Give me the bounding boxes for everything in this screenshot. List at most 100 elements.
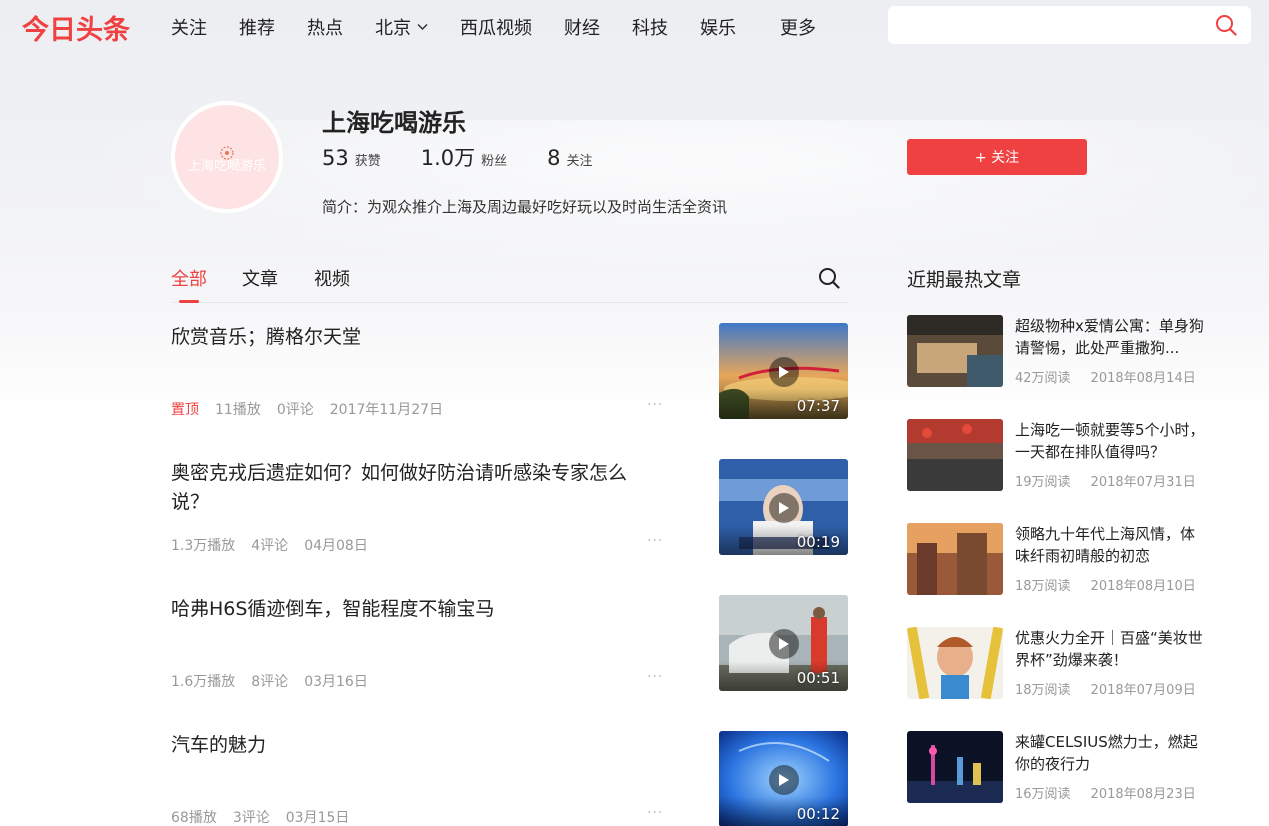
nav-label: 热点 [307,18,343,39]
more-icon[interactable]: ··· [647,533,663,549]
stat-value: 8 [547,146,561,170]
article-title: 领略九十年代上海风情，体味纤雨初晴般的初恋 [1015,525,1196,565]
video-thumbnail[interactable]: 07:37 [719,323,848,419]
feed-meta: 1.3万播放 4评论 04月08日 [171,535,384,555]
stat-likes: 53 获赞 [322,146,381,170]
search-icon[interactable] [1215,14,1237,36]
feed-title[interactable]: 哈弗H6S循迹倒车，智能程度不输宝马 [171,595,661,624]
feed-meta: 68播放 3评论 03月15日 [171,807,365,826]
tab-articles[interactable]: 文章 [242,265,278,291]
list-item: 奥密克戎后遗症如何？如何做好防治请听感染专家怎么说？ 1.3万播放 4评论 04… [171,459,848,555]
more-icon[interactable]: ··· [647,669,663,685]
read-count: 18万阅读 [1015,683,1071,698]
video-duration: 00:12 [796,805,840,823]
feed-title[interactable]: 奥密克戎后遗症如何？如何做好防治请听感染专家怎么说？ [171,459,661,517]
nav-item-finance[interactable]: 财经 [564,14,600,40]
article-thumbnail [907,627,1003,699]
nav-label: 西瓜视频 [460,18,532,39]
hot-articles-title: 近期最热文章 [907,269,1022,291]
publish-date: 2018年08月23日 [1090,787,1196,802]
list-item: 欣赏音乐；腾格尔天堂 置顶 11播放 0评论 2017年11月27日 ··· 0… [171,323,848,419]
article-meta: 18万阅读 2018年07月09日 [1015,679,1216,698]
more-icon[interactable]: ··· [647,805,663,821]
play-icon [769,765,799,795]
publish-date: 2018年08月10日 [1090,579,1196,594]
play-count: 68播放 [171,810,217,826]
pinned-badge: 置顶 [171,402,199,418]
article-thumbnail [907,419,1003,491]
article-thumbnail [907,731,1003,803]
article-meta: 42万阅读 2018年08月14日 [1015,367,1216,386]
article-meta: 18万阅读 2018年08月10日 [1015,575,1216,594]
profile-stats: 53 获赞 1.0万 粉丝 8 关注 [322,142,633,172]
hot-article-item[interactable]: 上海吃一顿就要等5个小时，一天都在排队值得吗？ 19万阅读 2018年07月31… [907,419,1217,491]
publish-date: 2018年07月31日 [1090,475,1196,490]
publish-date: 2018年08月14日 [1090,371,1196,386]
video-thumbnail[interactable]: 00:19 [719,459,848,555]
avatar-emblem-icon [220,146,234,160]
stat-label: 粉丝 [481,154,508,169]
more-icon[interactable]: ··· [647,397,663,413]
stat-fans[interactable]: 1.0万 粉丝 [421,142,507,172]
nav-label: 娱乐 [700,18,736,39]
video-thumbnail[interactable]: 00:12 [719,731,848,826]
chevron-down-icon [417,23,428,31]
hot-article-item[interactable]: 来罐CELSIUS燃力士，燃起你的夜行力 16万阅读 2018年08月23日 [907,731,1217,803]
nav-item-more[interactable]: 更多 [780,14,816,40]
video-duration: 00:19 [796,533,840,551]
tab-all[interactable]: 全部 [171,265,207,291]
play-count: 11播放 [215,402,261,418]
read-count: 18万阅读 [1015,579,1071,594]
nav-item-tech[interactable]: 科技 [632,14,668,40]
comment-count: 8评论 [251,674,289,690]
tab-videos[interactable]: 视频 [314,265,350,291]
avatar[interactable]: 上海吃喝游乐 [171,101,283,213]
follow-button[interactable]: + 关注 [907,139,1087,175]
comment-count: 3评论 [232,810,270,826]
top-nav: 关注 推荐 热点 北京 西瓜视频 财经 科技 娱乐 更多 [171,14,848,40]
feed-meta: 置顶 11播放 0评论 2017年11月27日 [171,399,459,419]
article-meta: 16万阅读 2018年08月23日 [1015,783,1216,802]
stat-label: 关注 [566,154,593,169]
article-thumbnail [907,523,1003,595]
nav-item-follow[interactable]: 关注 [171,14,207,40]
hot-article-item[interactable]: 优惠火力全开｜百盛“美妆世界杯”劲爆来袭！ 18万阅读 2018年07月09日 [907,627,1217,699]
publish-date: 03月15日 [285,810,350,826]
profile-intro: 简介：为观众推介上海及周边最好吃好玩以及时尚生活全资讯 [322,198,728,216]
nav-item-city[interactable]: 北京 [375,14,428,40]
play-icon [769,629,799,659]
article-title: 超级物种x爱情公寓：单身狗请警惕，此处严重撒狗... [1015,317,1204,357]
nav-item-hot[interactable]: 热点 [307,14,343,40]
video-thumbnail[interactable]: 00:51 [719,595,848,691]
nav-item-recommend[interactable]: 推荐 [239,14,275,40]
nav-label: 更多 [780,18,816,39]
nav-item-entertainment[interactable]: 娱乐 [700,14,736,40]
article-title: 来罐CELSIUS燃力士，燃起你的夜行力 [1015,733,1198,773]
nav-label: 推荐 [239,18,275,39]
article-title: 优惠火力全开｜百盛“美妆世界杯”劲爆来袭！ [1015,629,1203,669]
nav-label: 北京 [375,18,411,39]
comment-count: 4评论 [251,538,289,554]
list-item: 汽车的魅力 68播放 3评论 03月15日 ··· 00:12 [171,731,848,826]
feed-title[interactable]: 汽车的魅力 [171,731,661,760]
profile-name: 上海吃喝游乐 [322,109,466,137]
nav-item-xigua-video[interactable]: 西瓜视频 [460,14,532,40]
content-tabs: 全部 文章 视频 [171,265,848,303]
site-logo[interactable]: 今日头条 [22,8,130,47]
read-count: 19万阅读 [1015,475,1071,490]
stat-following[interactable]: 8 关注 [547,146,592,170]
comment-count: 0评论 [276,402,314,418]
video-duration: 00:51 [796,669,840,687]
article-meta: 19万阅读 2018年07月31日 [1015,471,1216,490]
publish-date: 2017年11月27日 [329,402,444,418]
play-icon [769,357,799,387]
nav-label: 关注 [171,18,207,39]
search-icon[interactable] [818,267,840,289]
hot-article-item[interactable]: 领略九十年代上海风情，体味纤雨初晴般的初恋 18万阅读 2018年08月10日 [907,523,1217,595]
feed-title[interactable]: 欣赏音乐；腾格尔天堂 [171,323,661,352]
hot-article-item[interactable]: 超级物种x爱情公寓：单身狗请警惕，此处严重撒狗... 42万阅读 2018年08… [907,315,1217,387]
nav-label: 财经 [564,18,600,39]
search-input[interactable] [888,6,1188,44]
play-count: 1.3万播放 [171,538,236,554]
play-count: 1.6万播放 [171,674,236,690]
